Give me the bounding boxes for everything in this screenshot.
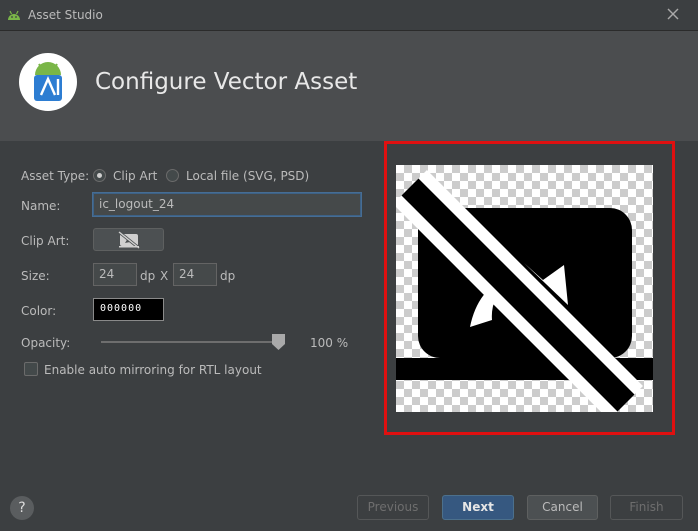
width-input[interactable]: 24 xyxy=(93,263,137,286)
asset-type-label: Asset Type: xyxy=(21,169,90,183)
height-unit: dp xyxy=(220,269,236,283)
opacity-label: Opacity: xyxy=(21,336,71,350)
window-title: Asset Studio xyxy=(28,8,103,22)
image-off-icon xyxy=(396,170,653,412)
opacity-slider-track[interactable] xyxy=(101,341,283,343)
size-separator: X xyxy=(160,269,169,283)
android-icon xyxy=(8,10,20,20)
finish-button[interactable]: Finish xyxy=(610,495,683,520)
close-icon[interactable] xyxy=(666,7,680,21)
help-button[interactable]: ? xyxy=(10,496,34,520)
cancel-button[interactable]: Cancel xyxy=(527,495,598,520)
opacity-slider-thumb[interactable] xyxy=(272,334,285,350)
wizard-header: Configure Vector Asset xyxy=(0,31,698,141)
local-file-radio-label[interactable]: Local file (SVG, PSD) xyxy=(186,169,309,183)
clip-art-radio[interactable] xyxy=(93,169,106,182)
clip-art-label: Clip Art: xyxy=(21,234,70,248)
height-input[interactable]: 24 xyxy=(173,263,217,286)
android-studio-icon xyxy=(34,62,62,101)
rtl-mirroring-label[interactable]: Enable auto mirroring for RTL layout xyxy=(44,363,262,377)
previous-button[interactable]: Previous xyxy=(357,495,429,520)
page-title: Configure Vector Asset xyxy=(95,69,358,95)
size-label: Size: xyxy=(21,269,50,283)
next-button[interactable]: Next xyxy=(442,495,514,520)
width-unit: dp xyxy=(140,269,156,283)
local-file-radio[interactable] xyxy=(166,169,179,182)
clip-art-radio-label[interactable]: Clip Art xyxy=(113,169,157,183)
title-bar: Asset Studio xyxy=(0,0,698,31)
icon-preview xyxy=(396,165,653,412)
image-off-icon xyxy=(118,231,140,249)
opacity-value: 100 % xyxy=(310,336,349,350)
name-label: Name: xyxy=(21,199,61,213)
color-swatch-field[interactable]: 000000 xyxy=(93,298,164,321)
rtl-mirroring-checkbox[interactable] xyxy=(24,362,38,376)
color-label: Color: xyxy=(21,304,57,318)
name-input[interactable]: ic_logout_24 xyxy=(93,193,361,216)
clip-art-button[interactable] xyxy=(93,228,164,251)
android-studio-logo xyxy=(19,53,77,111)
